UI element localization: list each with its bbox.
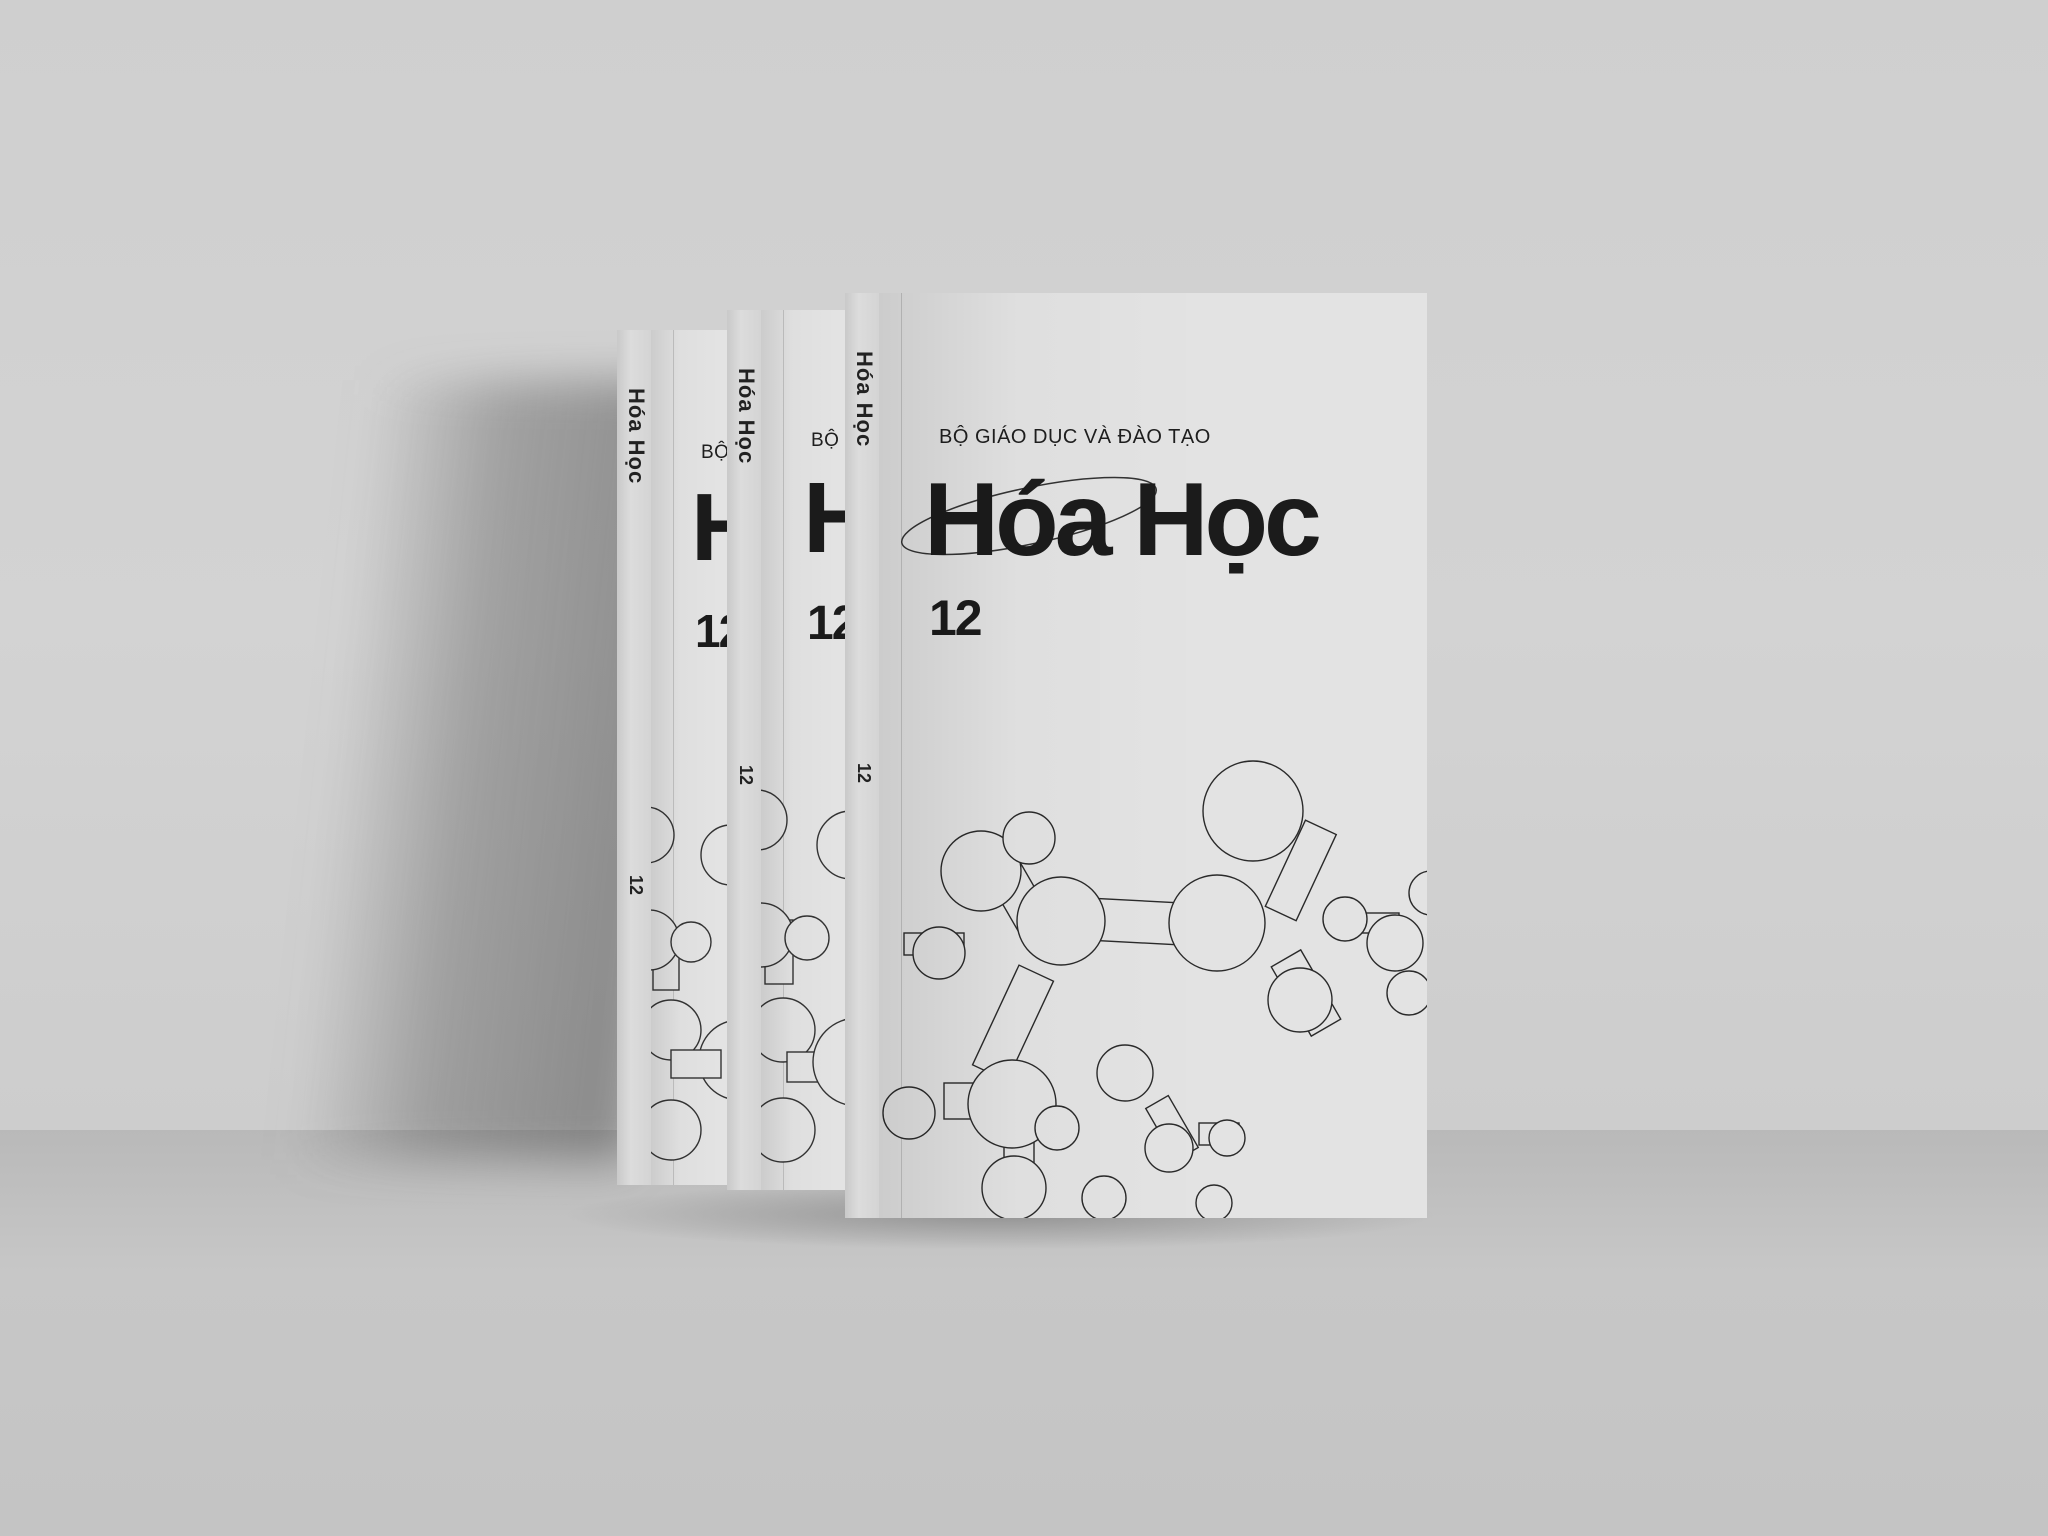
spine-title: Hóa Học	[852, 351, 877, 448]
spine-grade: 12	[854, 763, 874, 784]
spine-title: Hóa Học	[734, 368, 759, 465]
book-spine: Hóa Học 12	[617, 330, 652, 1185]
book-cover: BỘ GIÁO DỤC VÀ ĐÀO TẠO Hóa Học 12	[879, 293, 1427, 1218]
book-spine: Hóa Học 12	[845, 293, 880, 1218]
spine-title: Hóa Học	[624, 388, 649, 485]
book-spine: Hóa Học 12	[727, 310, 762, 1190]
spine-grade: 12	[626, 875, 646, 896]
molecule-illustration	[882, 760, 1427, 1218]
book-front: Hóa Học 12 BỘ GIÁO DỤC VÀ ĐÀO TẠO Hóa Họ…	[845, 293, 1427, 1218]
spine-grade: 12	[736, 765, 756, 786]
scene: Hóa Học 12 BỘ GI H 12	[0, 0, 2048, 1536]
